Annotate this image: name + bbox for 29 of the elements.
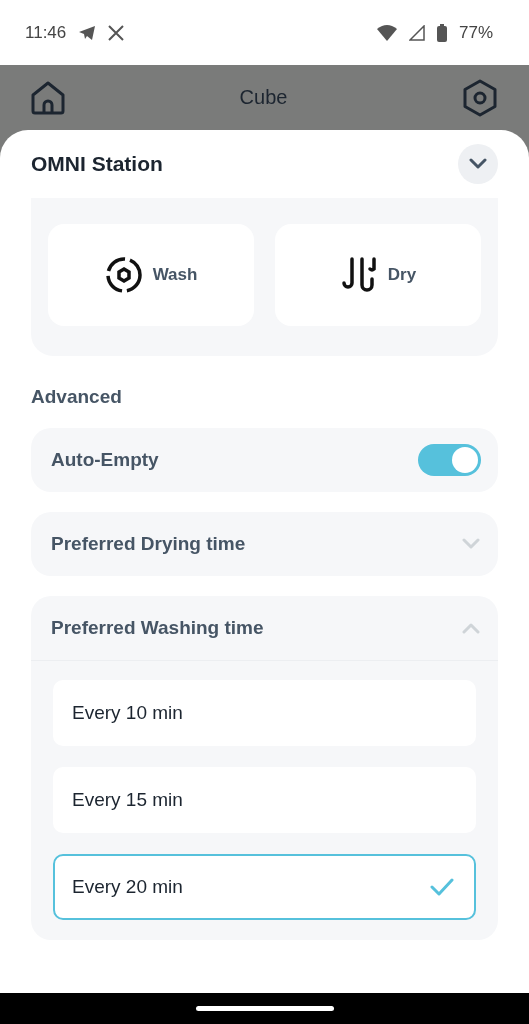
home-handle[interactable] (195, 1006, 334, 1011)
collapse-button[interactable] (458, 144, 498, 184)
setting-label: Auto-Empty (51, 449, 159, 471)
option-item[interactable]: Every 20 min (53, 854, 476, 920)
battery-percent: 77% (458, 22, 493, 43)
hooks-icon (339, 256, 378, 294)
chevron-down-icon (461, 538, 481, 550)
signal-icon (408, 24, 425, 41)
sheet-title: OMNI Station (31, 152, 163, 176)
settings-icon[interactable] (461, 78, 499, 117)
setting-label[interactable]: Preferred Drying time (51, 533, 246, 555)
clock: 11:46 (25, 22, 67, 43)
option-item[interactable]: Every 10 min (53, 680, 476, 746)
section-title: Advanced (31, 386, 123, 408)
action-button[interactable]: Wash (48, 224, 254, 326)
chevron-up-icon (461, 622, 481, 634)
battery-icon (436, 23, 447, 42)
chevron-icon (468, 158, 488, 170)
action-button[interactable]: Dry (275, 224, 481, 326)
check-icon (430, 878, 454, 896)
setting-label[interactable]: Preferred Washing time (51, 617, 264, 639)
toggle-switch[interactable] (418, 444, 481, 476)
x-icon (108, 24, 125, 41)
paper-plane-icon (78, 24, 97, 41)
wifi-icon (376, 24, 397, 41)
header-title: Cube (239, 86, 288, 109)
dashed-ring-icon (104, 256, 143, 294)
option-item[interactable]: Every 15 min (53, 767, 476, 833)
home-icon[interactable] (30, 79, 66, 116)
